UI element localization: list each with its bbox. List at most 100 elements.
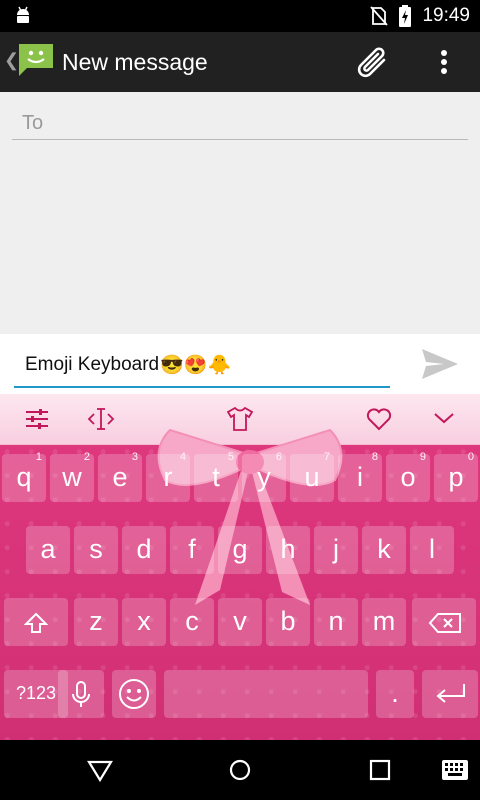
key-k[interactable]: k bbox=[362, 526, 406, 574]
key-label: l bbox=[429, 534, 435, 564]
key-label: j bbox=[333, 534, 339, 564]
battery-charging-icon bbox=[399, 5, 412, 27]
key-u[interactable]: u7 bbox=[290, 451, 334, 502]
bow-decoration bbox=[157, 428, 343, 605]
key-label: n bbox=[328, 606, 344, 636]
key-x[interactable]: x bbox=[122, 598, 166, 646]
clock: 19:49 bbox=[422, 5, 470, 26]
status-bar: 19:49 bbox=[0, 0, 480, 32]
key-number-hint: 6 bbox=[275, 451, 282, 463]
voice-key[interactable] bbox=[58, 670, 104, 718]
key-y[interactable]: y6 bbox=[242, 451, 286, 502]
compose-area: To bbox=[0, 92, 480, 334]
key-label: p bbox=[448, 462, 464, 492]
key-n[interactable]: n bbox=[314, 598, 358, 646]
message-bar: Emoji Keyboard😎😍🐥 bbox=[0, 334, 480, 394]
key-b[interactable]: b bbox=[266, 598, 310, 646]
key-label: w bbox=[62, 462, 82, 492]
key-j[interactable]: j bbox=[314, 526, 358, 574]
messaging-app-icon[interactable] bbox=[16, 40, 56, 80]
key-label: e bbox=[112, 462, 128, 492]
message-text: Emoji Keyboard bbox=[25, 354, 160, 376]
no-sim-icon bbox=[370, 6, 389, 26]
to-placeholder: To bbox=[22, 112, 44, 134]
key-label: d bbox=[136, 534, 152, 564]
shift-icon bbox=[24, 612, 48, 633]
key-label: y bbox=[257, 462, 271, 492]
key-number-hint: 2 bbox=[83, 451, 90, 463]
key-f[interactable]: f bbox=[170, 526, 214, 574]
keyboard-toolbar bbox=[0, 394, 480, 445]
smiley-icon bbox=[119, 679, 149, 709]
period-key[interactable]: . bbox=[376, 670, 414, 718]
key-o[interactable]: o9 bbox=[386, 451, 430, 502]
action-bar: ❮ New message bbox=[0, 32, 480, 92]
heart-icon[interactable] bbox=[366, 407, 392, 431]
key-w[interactable]: w2 bbox=[50, 451, 94, 502]
key-v[interactable]: v bbox=[218, 598, 262, 646]
recents-icon[interactable] bbox=[366, 756, 394, 784]
key-label: x bbox=[137, 606, 151, 636]
android-icon bbox=[17, 6, 29, 23]
key-number-hint: 4 bbox=[179, 451, 186, 463]
collapse-chevron-icon[interactable] bbox=[432, 409, 456, 427]
key-d[interactable]: d bbox=[122, 526, 166, 574]
key-q[interactable]: q1 bbox=[2, 451, 46, 502]
key-r[interactable]: r4 bbox=[146, 451, 190, 502]
keyboard-switch-icon[interactable] bbox=[440, 758, 470, 782]
shift-key[interactable] bbox=[4, 598, 68, 646]
message-input-underline bbox=[14, 386, 390, 388]
home-icon[interactable] bbox=[226, 756, 254, 784]
attach-icon[interactable] bbox=[354, 44, 394, 80]
key-label: b bbox=[280, 606, 296, 636]
key-number-hint: 3 bbox=[131, 451, 138, 463]
key-number-hint: 7 bbox=[323, 451, 330, 463]
key-number-hint: 9 bbox=[419, 451, 426, 463]
backspace-key[interactable] bbox=[412, 598, 476, 646]
key-label: v bbox=[233, 606, 247, 636]
key-number-hint: 8 bbox=[371, 451, 378, 463]
key-label: a bbox=[40, 534, 56, 564]
overflow-menu-icon[interactable] bbox=[432, 44, 456, 80]
key-number-hint: 1 bbox=[35, 451, 42, 463]
key-label: m bbox=[372, 606, 396, 636]
backspace-icon bbox=[428, 613, 461, 633]
key-h[interactable]: h bbox=[266, 526, 310, 574]
emoji-key[interactable] bbox=[112, 670, 156, 718]
key-number-hint: 0 bbox=[467, 451, 474, 463]
keyboard: q1w2e3r4t5y6u7i8o9p0 asdfghjkl zxcvbnm ?… bbox=[0, 394, 480, 740]
key-z[interactable]: z bbox=[74, 598, 118, 646]
key-i[interactable]: i8 bbox=[338, 451, 382, 502]
key-label: s bbox=[89, 534, 103, 564]
key-label: f bbox=[188, 534, 196, 564]
key-label: q bbox=[16, 462, 32, 492]
microphone-icon bbox=[72, 681, 90, 707]
key-g[interactable]: g bbox=[218, 526, 262, 574]
key-m[interactable]: m bbox=[362, 598, 406, 646]
period-label: . bbox=[391, 678, 399, 708]
message-input[interactable]: Emoji Keyboard😎😍🐥 bbox=[25, 353, 231, 377]
key-label: z bbox=[89, 606, 103, 636]
key-a[interactable]: a bbox=[26, 526, 70, 574]
space-key[interactable] bbox=[164, 670, 368, 718]
key-label: g bbox=[232, 534, 248, 564]
key-s[interactable]: s bbox=[74, 526, 118, 574]
enter-key[interactable] bbox=[422, 670, 478, 718]
settings-sliders-icon[interactable] bbox=[24, 406, 50, 432]
key-label: h bbox=[280, 534, 296, 564]
key-number-hint: 5 bbox=[227, 451, 234, 463]
key-e[interactable]: e3 bbox=[98, 451, 142, 502]
key-c[interactable]: c bbox=[170, 598, 214, 646]
send-icon[interactable] bbox=[418, 346, 462, 382]
key-l[interactable]: l bbox=[410, 526, 454, 574]
theme-shirt-icon[interactable] bbox=[226, 406, 254, 432]
cursor-icon[interactable] bbox=[86, 404, 116, 434]
key-p[interactable]: p0 bbox=[434, 451, 478, 502]
key-label: t bbox=[212, 462, 220, 492]
back-icon[interactable] bbox=[86, 756, 114, 784]
key-t[interactable]: t5 bbox=[194, 451, 238, 502]
page-title: New message bbox=[62, 49, 208, 75]
to-field[interactable] bbox=[12, 108, 468, 140]
key-label: o bbox=[400, 462, 416, 492]
enter-icon bbox=[436, 684, 465, 703]
